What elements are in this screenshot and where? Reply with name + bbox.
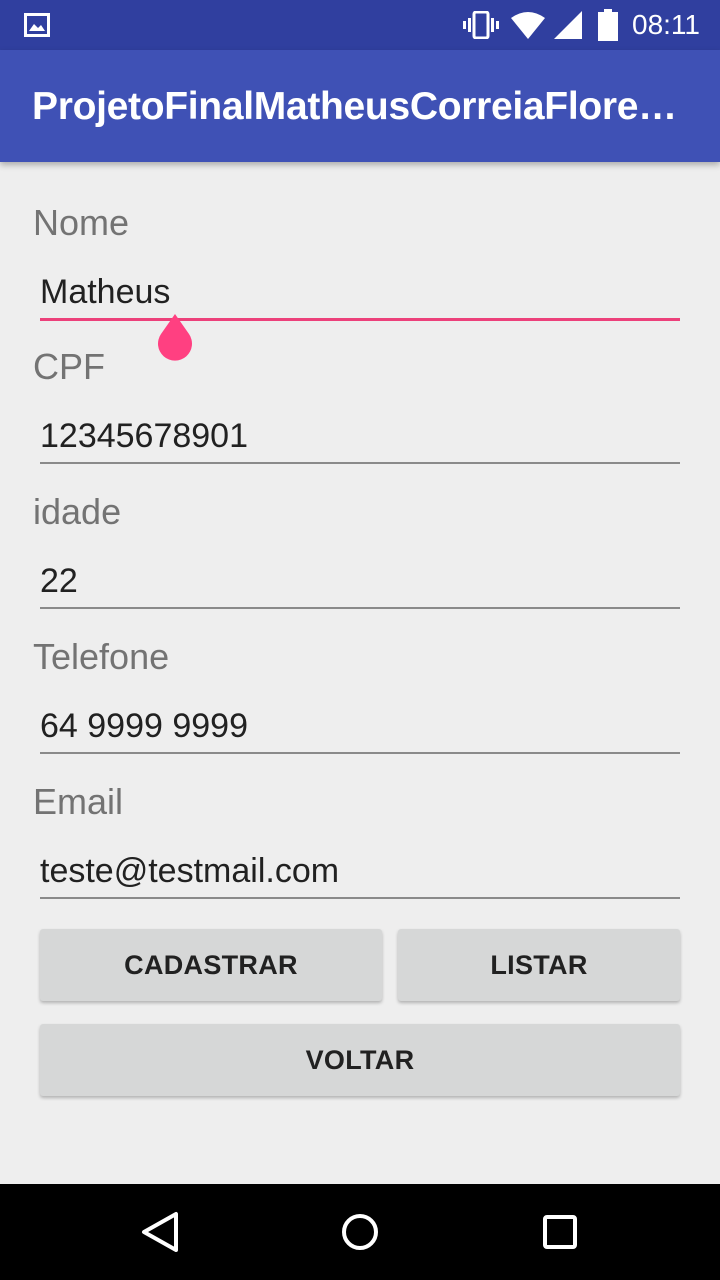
cadastrar-button[interactable]: CADASTRAR bbox=[40, 929, 382, 1001]
cpf-input[interactable] bbox=[40, 412, 680, 460]
signal-icon bbox=[554, 11, 582, 39]
telefone-input[interactable] bbox=[40, 702, 680, 750]
status-time: 08:11 bbox=[632, 9, 700, 40]
voltar-button[interactable]: VOLTAR bbox=[40, 1024, 680, 1096]
nome-underline bbox=[40, 318, 680, 321]
home-icon[interactable] bbox=[340, 1212, 380, 1252]
screen: 08:11 ProjetoFinalMatheusCorreiaFlorenti… bbox=[0, 0, 720, 1280]
nome-input[interactable] bbox=[40, 268, 680, 316]
recent-apps-icon[interactable] bbox=[542, 1214, 578, 1250]
cpf-underline bbox=[40, 462, 680, 464]
email-label: Email bbox=[33, 781, 124, 822]
cpf-label: CPF bbox=[33, 346, 105, 387]
status-bar: 08:11 bbox=[0, 0, 720, 50]
battery-icon bbox=[598, 9, 618, 41]
idade-input[interactable] bbox=[40, 557, 680, 605]
telefone-label: Telefone bbox=[33, 636, 170, 677]
app-bar: ProjetoFinalMatheusCorreiaFlorentino bbox=[0, 50, 720, 162]
telefone-underline bbox=[40, 752, 680, 754]
idade-underline bbox=[40, 607, 680, 609]
gallery-icon bbox=[24, 13, 50, 37]
back-icon[interactable] bbox=[140, 1210, 180, 1254]
nome-label: Nome bbox=[33, 202, 130, 243]
text-cursor-handle-icon[interactable] bbox=[155, 314, 195, 362]
wifi-icon bbox=[511, 12, 545, 39]
app-title: ProjetoFinalMatheusCorreiaFlorentino bbox=[32, 85, 682, 128]
vibrate-icon bbox=[463, 11, 499, 39]
email-input[interactable] bbox=[40, 847, 680, 895]
email-underline bbox=[40, 897, 680, 899]
listar-button[interactable]: LISTAR bbox=[398, 929, 680, 1001]
idade-label: idade bbox=[33, 491, 122, 532]
